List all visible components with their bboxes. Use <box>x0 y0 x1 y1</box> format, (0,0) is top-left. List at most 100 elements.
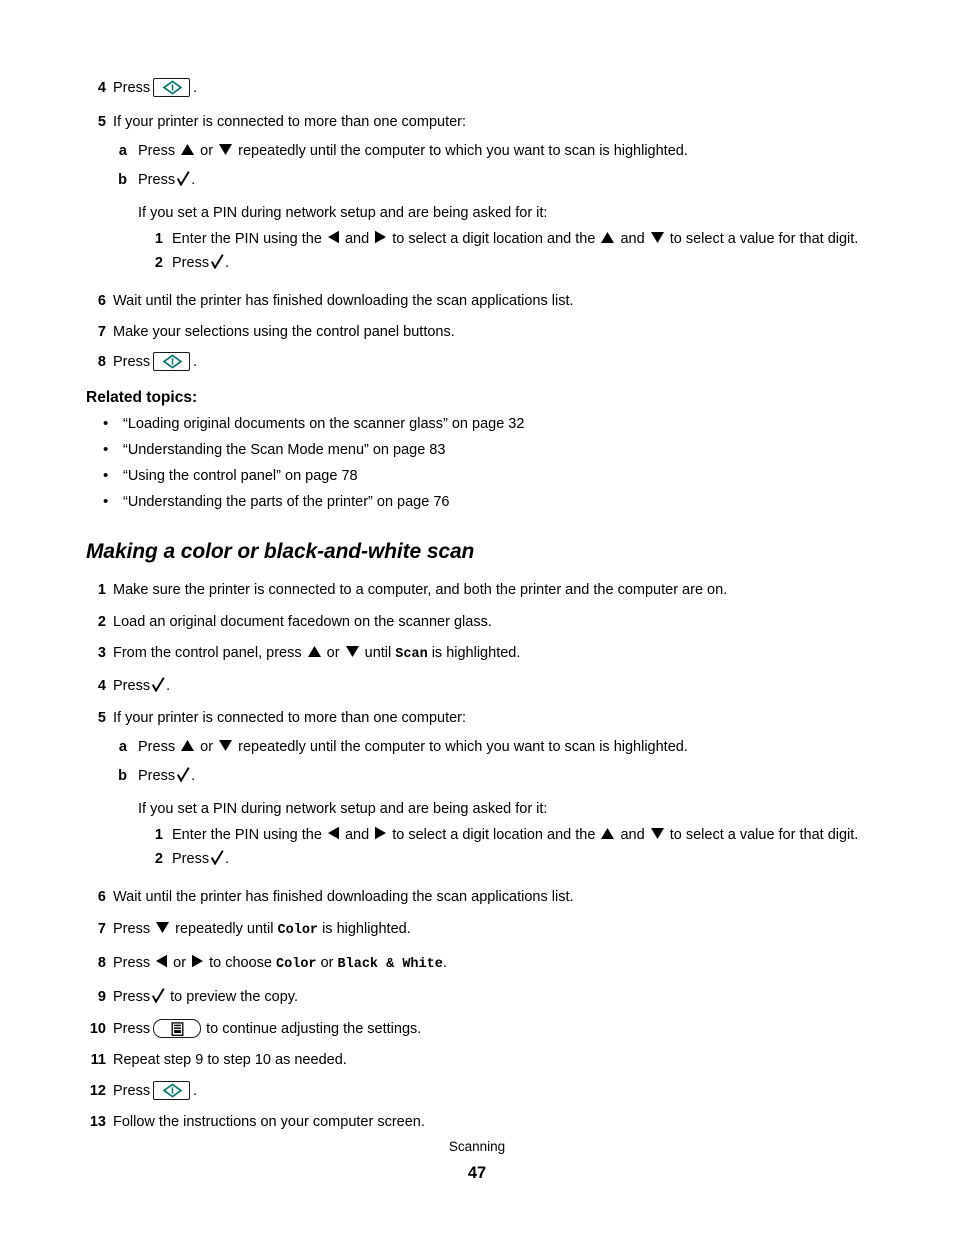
pin-part3: to select a digit location and the <box>392 231 596 247</box>
start-button-key-icon <box>153 352 191 371</box>
step3-part1: From the control panel, press <box>113 645 302 661</box>
list-item: a Press or repeatedly until the computer… <box>114 737 886 757</box>
arrow-up-icon <box>180 739 195 752</box>
arrow-up-icon <box>600 231 615 244</box>
pin-part2: and <box>344 231 370 247</box>
step-text: Press or to choose Color or Black & Whit… <box>113 953 886 975</box>
arrow-left-icon <box>327 230 340 244</box>
or-label: or <box>173 955 187 971</box>
step9-part2: to preview the copy. <box>170 989 298 1005</box>
list-item: 4 Press . <box>86 78 886 98</box>
step-number: 4 <box>97 678 106 694</box>
or-label: or <box>326 645 340 661</box>
or-label: or <box>200 143 214 159</box>
period: . <box>191 172 196 188</box>
related-link[interactable]: “Understanding the parts of the printer”… <box>123 492 449 512</box>
pin-note: If you set a PIN during network setup an… <box>138 801 548 817</box>
step-number: 4 <box>97 80 106 96</box>
select-checkmark-icon <box>152 677 165 693</box>
substep-rest: repeatedly until the computer to which y… <box>238 739 688 755</box>
pin-part3: to select a digit location and the <box>392 827 596 843</box>
step-number: 9 <box>97 989 106 1005</box>
press-label: Press <box>113 80 151 96</box>
period: . <box>225 255 230 271</box>
step-text: Press to continue adjusting the settings… <box>113 1019 886 1039</box>
section-heading: Making a color or black-and-white scan <box>86 540 475 563</box>
select-checkmark-icon <box>177 767 190 783</box>
substep-rest: repeatedly until the computer to which y… <box>238 143 688 159</box>
press-label: Press <box>113 1021 151 1037</box>
period: . <box>225 851 230 867</box>
list-item: • “Using the control panel” on page 78 <box>86 466 886 486</box>
arrow-down-icon <box>218 143 233 156</box>
arrow-right-icon <box>374 826 387 840</box>
related-link[interactable]: “Using the control panel” on page 78 <box>123 466 358 486</box>
list-item: 8 Press . <box>86 352 886 372</box>
step-text: Repeat step 9 to step 10 as needed. <box>113 1052 347 1068</box>
press-label: Press <box>113 921 151 937</box>
period: . <box>193 354 198 370</box>
list-item: 6 Wait until the printer has finished do… <box>86 291 886 311</box>
back-menu-button-key-icon <box>153 1019 202 1038</box>
list-item: 8 Press or to choose Color or Black & Wh… <box>86 953 886 975</box>
step-text: If your printer is connected to more tha… <box>113 114 467 130</box>
list-item: 6 Wait until the printer has finished do… <box>86 887 886 907</box>
list-item: • “Understanding the Scan Mode menu” on … <box>86 440 886 460</box>
pin-part5: to select a value for that digit. <box>669 827 859 843</box>
step-number: 12 <box>89 1083 106 1099</box>
related-link[interactable]: “Loading original documents on the scann… <box>123 414 524 434</box>
step-text: Press . <box>113 78 886 98</box>
step-number: 8 <box>97 955 106 971</box>
menu-value-color: Color <box>276 957 317 972</box>
bullet-icon: • <box>103 441 109 458</box>
pin-part4: and <box>620 231 645 247</box>
footer-chapter-label: Scanning <box>448 1139 506 1154</box>
related-link[interactable]: “Understanding the Scan Mode menu” on pa… <box>123 440 445 460</box>
list-item: 2 Press . <box>152 253 886 273</box>
pin-part2: and <box>344 827 370 843</box>
substep-text: Press . <box>138 766 886 786</box>
arrow-down-icon <box>345 645 360 658</box>
step8-part2: to choose <box>209 955 272 971</box>
page-content: 4 Press . 5 If your printer is connected… <box>86 78 886 1132</box>
period: . <box>193 80 198 96</box>
related-topics-list: • “Loading original documents on the sca… <box>86 414 886 512</box>
menu-value-black-and-white: Black & White <box>337 957 443 972</box>
period: . <box>166 678 171 694</box>
bullet-icon: • <box>103 415 109 432</box>
bullet-icon: • <box>103 467 109 484</box>
menu-value-color: Color <box>277 923 319 938</box>
list-item: a Press or repeatedly until the computer… <box>114 141 886 161</box>
start-button-key-icon <box>153 78 191 97</box>
substep-text: Press or repeatedly until the computer t… <box>138 141 886 161</box>
substep-text: Enter the PIN using the and to select a … <box>172 825 886 845</box>
press-label: Press <box>138 768 176 784</box>
step-number: 2 <box>97 614 106 630</box>
arrow-up-icon <box>600 827 615 840</box>
pin-note: If you set a PIN during network setup an… <box>138 205 548 221</box>
step-number: 6 <box>97 293 106 309</box>
list-item: 2 Load an original document facedown on … <box>86 612 886 632</box>
list-item: 11 Repeat step 9 to step 10 as needed. <box>86 1050 886 1070</box>
substep-text: Press . <box>172 253 886 273</box>
step10-part2: to continue adjusting the settings. <box>206 1021 422 1037</box>
step-number: 13 <box>89 1114 106 1130</box>
step-number: 7 <box>97 324 106 340</box>
step-text: Wait until the printer has finished down… <box>113 293 574 309</box>
arrow-up-icon <box>180 143 195 156</box>
list-item: 5 If your printer is connected to more t… <box>86 708 886 728</box>
step-text: From the control panel, press or until S… <box>113 643 886 665</box>
step-number: 7 <box>97 921 106 937</box>
press-label: Press <box>138 739 176 755</box>
substep-letter: a <box>118 739 127 755</box>
arrow-down-icon <box>218 739 233 752</box>
arrow-down-icon <box>155 921 170 934</box>
press-label: Press <box>113 955 151 971</box>
page-number: 47 <box>467 1164 487 1182</box>
list-item: 10 Press to continue adjusting the setti… <box>86 1019 886 1039</box>
step-number: 5 <box>97 114 106 130</box>
list-item: 1 Enter the PIN using the and to select … <box>152 825 886 845</box>
select-checkmark-icon <box>211 254 224 270</box>
list-item: • “Understanding the parts of the printe… <box>86 492 886 512</box>
arrow-right-icon <box>374 230 387 244</box>
